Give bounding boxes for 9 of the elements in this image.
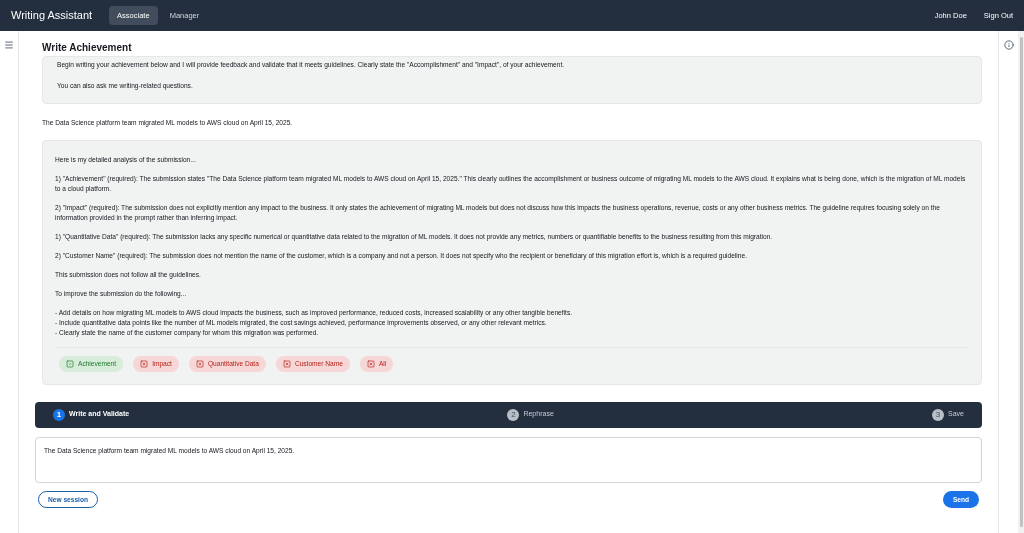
page-title: Write Achievement xyxy=(41,41,133,55)
app-title: Writing Assistant xyxy=(11,8,93,24)
checkbox-x-icon xyxy=(366,359,375,368)
menu-icon[interactable] xyxy=(4,40,14,50)
checkbox-x-icon xyxy=(282,359,291,368)
info-icon[interactable] xyxy=(1003,40,1014,50)
checkbox-checked-icon xyxy=(66,359,74,368)
checkbox-x-icon xyxy=(140,359,149,368)
checkbox-x-icon xyxy=(195,359,204,368)
